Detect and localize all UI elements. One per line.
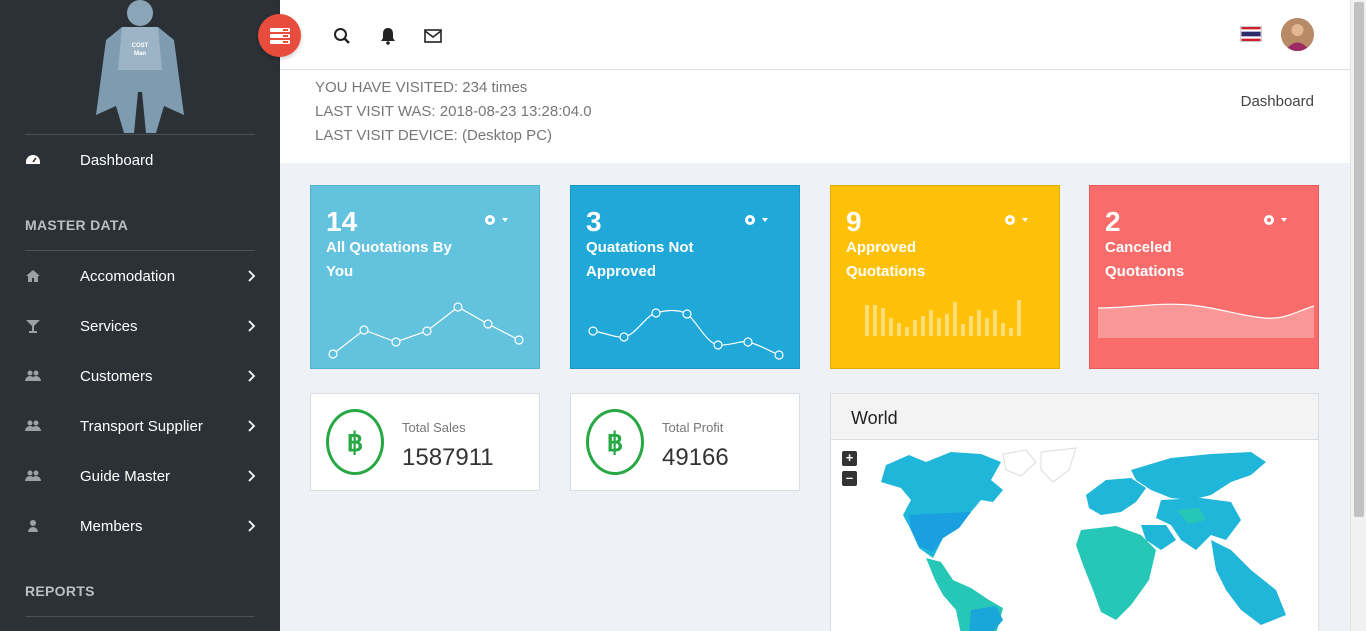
sidebar-item-guide-master[interactable]: Guide Master [0, 451, 280, 501]
logo-text-1: COST [132, 43, 149, 49]
world-map-title: World [831, 394, 1318, 440]
visit-info-bar: YOU HAVE VISITED: 234 times LAST VISIT W… [280, 70, 1350, 163]
sidebar-item-members[interactable]: Members [0, 501, 280, 551]
glass-icon [26, 320, 40, 333]
stat-card-approved[interactable]: 9 Approved Quotations [830, 185, 1060, 369]
user-icon [28, 520, 38, 532]
chevron-right-icon [248, 520, 256, 532]
users-icon [25, 370, 41, 381]
chevron-right-icon [248, 370, 256, 382]
mini-bar-chart [865, 300, 1021, 336]
world-map-panel: World + – [830, 393, 1319, 631]
sidebar-item-label: Accomodation [80, 267, 176, 285]
sidebar-item-label: Services [80, 317, 138, 335]
total-sales-card: ฿ Total Sales 1587911 [310, 393, 540, 491]
costman-logo: COST Man [96, 0, 184, 133]
last-visit-time: LAST VISIT WAS: 2018-08-23 13:28:04.0 [315, 103, 592, 120]
sidebar-item-label: Customers [80, 367, 153, 385]
envelope-icon[interactable] [424, 27, 442, 45]
chevron-right-icon [248, 320, 256, 332]
total-value: 49166 [662, 444, 729, 471]
stat-label: Approved Quotations [846, 239, 926, 280]
chevron-right-icon [248, 470, 256, 482]
stat-number: 3 [586, 206, 602, 237]
gear-dropdown-icon[interactable] [743, 212, 771, 228]
users-icon [25, 470, 41, 481]
users-icon [25, 420, 41, 431]
gear-dropdown-icon[interactable] [1262, 212, 1290, 228]
baht-icon: ฿ [586, 409, 644, 475]
gear-dropdown-icon[interactable] [1003, 212, 1031, 228]
stat-number: 14 [326, 206, 358, 237]
last-visit-device: LAST VISIT DEVICE: (Desktop PC) [315, 127, 553, 144]
sidebar-item-label: Dashboard [80, 151, 154, 169]
stat-label: Quatations Not Approved [586, 239, 694, 280]
total-label: Total Sales [402, 420, 466, 435]
stat-card-all-quotations[interactable]: 14 All Quotations By You [310, 185, 540, 369]
scrollbar-thumb[interactable] [1354, 2, 1364, 517]
breadcrumb: Dashboard [1240, 93, 1314, 110]
stat-card-canceled[interactable]: 2 Canceled Quotations [1089, 185, 1319, 369]
gear-dropdown-icon[interactable] [483, 212, 511, 228]
section-reports: REPORTS [25, 583, 95, 599]
chevron-right-icon [248, 270, 256, 282]
sidebar-item-label: Guide Master [80, 467, 171, 485]
menu-icon [269, 27, 290, 44]
sidebar-item-customers[interactable]: Customers [0, 351, 280, 401]
total-label: Total Profit [662, 420, 724, 435]
stat-card-not-approved[interactable]: 3 Quatations Not Approved [570, 185, 800, 369]
menu-toggle-button[interactable] [258, 14, 301, 57]
stat-label: Canceled Quotations [1105, 239, 1185, 280]
stat-number: 2 [1105, 206, 1121, 237]
stat-label: All Quotations By You [326, 239, 452, 280]
chevron-right-icon [248, 420, 256, 432]
dashboard-icon [26, 155, 40, 164]
section-master-data: MASTER DATA [25, 217, 129, 233]
sidebar-item-dashboard[interactable]: Dashboard [0, 135, 280, 185]
sparkline-chart [328, 302, 524, 359]
sidebar-item-label: Members [80, 517, 143, 535]
visit-count: YOU HAVE VISITED: 234 times [315, 79, 528, 96]
stat-number: 9 [846, 206, 862, 237]
sidebar-item-label: Transport Supplier [80, 417, 203, 435]
avatar-image [1281, 18, 1314, 51]
sidebar-item-accomodation[interactable]: Accomodation [0, 251, 280, 301]
logo-text-2: Man [134, 51, 146, 57]
user-avatar[interactable] [1281, 18, 1314, 51]
total-profit-card: ฿ Total Profit 49166 [570, 393, 800, 491]
sidebar-item-services[interactable]: Services [0, 301, 280, 351]
topbar [258, 0, 1350, 70]
sidebar-item-transport-supplier[interactable]: Transport Supplier [0, 401, 280, 451]
divider [25, 616, 255, 617]
logo-area: COST Man [25, 0, 255, 135]
home-icon [26, 270, 40, 282]
thailand-flag-icon[interactable] [1240, 26, 1262, 42]
search-icon[interactable] [333, 27, 351, 45]
total-value: 1587911 [402, 444, 494, 471]
world-map[interactable] [831, 440, 1319, 631]
area-chart [1097, 303, 1315, 338]
bell-icon[interactable] [379, 27, 397, 45]
baht-icon: ฿ [326, 409, 384, 475]
sidebar: COST Man Dashboard MASTER DATA Accomodat… [0, 0, 280, 631]
page-scrollbar[interactable] [1350, 0, 1366, 631]
sparkline-chart [588, 308, 784, 360]
